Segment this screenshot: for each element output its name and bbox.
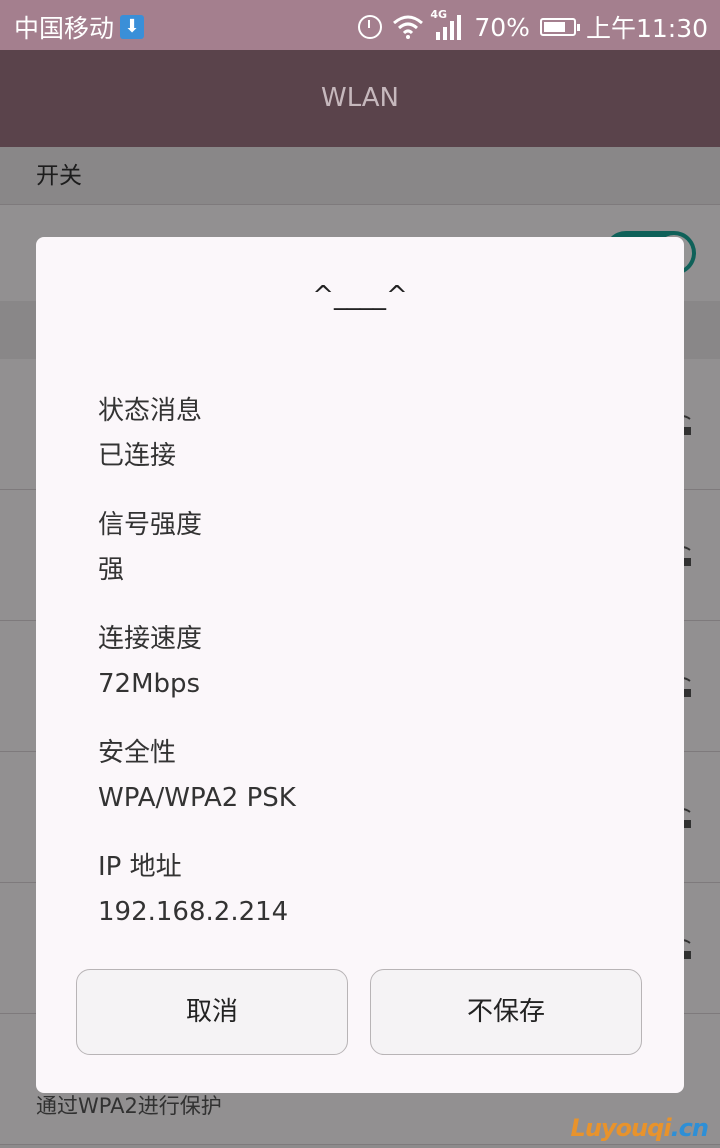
info-value: 已连接 [98, 441, 177, 471]
network-type-label: 4G [430, 8, 448, 21]
app-bar: WLAN [0, 50, 720, 147]
network-details-dialog: ^____^ 状态消息 已连接 信号强度 强 连接速度 72Mbps 安全性 W… [36, 237, 684, 1093]
wifi-icon [392, 15, 424, 39]
info-value: 强 [98, 555, 125, 585]
info-item-speed: 连接速度 72Mbps [98, 617, 296, 707]
alarm-icon [358, 15, 383, 39]
page-title: WLAN [320, 83, 400, 113]
carrier-label: 中国移动 [14, 14, 115, 43]
info-label: 状态消息 [98, 396, 203, 426]
info-value: WPA/WPA2 PSK [98, 783, 296, 813]
info-item-status: 状态消息 已连接 [98, 389, 296, 479]
info-item-security: 安全性 WPA/WPA2 PSK [98, 731, 296, 821]
clock: 上午11:30 [585, 14, 708, 43]
info-label: 连接速度 [98, 624, 203, 654]
watermark-domain: .cn [670, 1114, 709, 1142]
info-label: IP 地址 [98, 852, 182, 882]
info-value: 72Mbps [98, 669, 201, 699]
battery-icon [539, 18, 580, 36]
info-value: 192.168.2.214 [98, 897, 289, 927]
info-item-signal: 信号强度 强 [98, 503, 296, 593]
info-label: 安全性 [98, 738, 177, 768]
watermark-logo: Luyouqi.cn [570, 1114, 709, 1142]
info-label: 信号强度 [98, 510, 203, 540]
cancel-button[interactable]: 取消 [76, 969, 348, 1055]
dialog-title: ^____^ [312, 281, 408, 311]
status-bar: 中国移动 ⬇ 4G 70% 上午11:30 [0, 0, 720, 50]
signal-icon: 4G [430, 8, 464, 40]
forget-network-button[interactable]: 不保存 [370, 969, 642, 1055]
battery-percent: 70% [474, 12, 530, 42]
download-icon: ⬇ [120, 15, 145, 39]
watermark-text: Luyouqi [570, 1114, 672, 1142]
info-item-ip: IP 地址 192.168.2.214 [98, 845, 296, 935]
network-info-list: 状态消息 已连接 信号强度 强 连接速度 72Mbps 安全性 WPA/WPA2… [98, 389, 296, 959]
